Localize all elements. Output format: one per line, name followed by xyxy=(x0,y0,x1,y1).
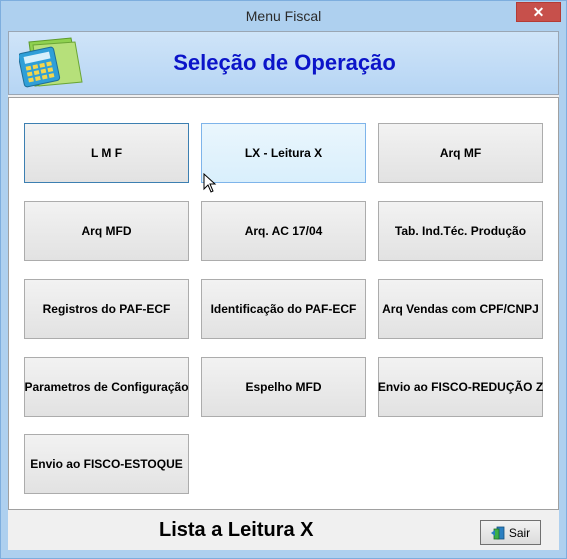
espelho-mfd-button[interactable]: Espelho MFD xyxy=(201,357,366,417)
window-title: Menu Fiscal xyxy=(245,8,322,24)
header-panel: Seleção de Operação xyxy=(8,31,559,95)
close-icon: ✕ xyxy=(532,4,545,20)
arq-mf-button[interactable]: Arq MF xyxy=(378,123,543,183)
page-title: Seleção de Operação xyxy=(173,50,396,75)
sair-label: Sair xyxy=(508,525,531,540)
lmf-button[interactable]: L M F xyxy=(24,123,189,183)
arq-ac-1704-button[interactable]: Arq. AC 17/04 xyxy=(201,201,366,261)
arq-mfd-button[interactable]: Arq MFD xyxy=(24,201,189,261)
envio-fisco-estoque-button[interactable]: Envio ao FISCO-ESTOQUE xyxy=(24,434,189,494)
status-text: Lista a Leitura X xyxy=(159,519,314,541)
operations-panel: L M F LX - Leitura X Arq MF Arq MFD Arq.… xyxy=(8,97,559,510)
client-area: Seleção de Operação L M F LX - Leitura X… xyxy=(8,31,559,550)
envio-fisco-reducao-z-button[interactable]: Envio ao FISCO-REDUÇÃO Z xyxy=(378,357,543,417)
parametros-configuracao-button[interactable]: Parametros de Configuração xyxy=(24,357,189,417)
sair-button[interactable]: Sair xyxy=(480,520,541,545)
mouse-cursor-icon xyxy=(203,173,217,193)
close-button[interactable]: ✕ xyxy=(516,2,561,22)
leitura-x-button[interactable]: LX - Leitura X xyxy=(201,123,366,183)
registros-paf-ecf-button[interactable]: Registros do PAF-ECF xyxy=(24,279,189,339)
menu-fiscal-window: Menu Fiscal ✕ Seleção de Operação L M F … xyxy=(0,0,567,559)
identificacao-paf-ecf-button[interactable]: Identificação do PAF-ECF xyxy=(201,279,366,339)
exit-door-icon xyxy=(490,526,505,539)
title-bar[interactable]: Menu Fiscal ✕ xyxy=(1,1,566,31)
arq-vendas-cpf-cnpj-button[interactable]: Arq Vendas com CPF/CNPJ xyxy=(378,279,543,339)
tab-ind-tec-producao-button[interactable]: Tab. Ind.Téc. Produção xyxy=(378,201,543,261)
